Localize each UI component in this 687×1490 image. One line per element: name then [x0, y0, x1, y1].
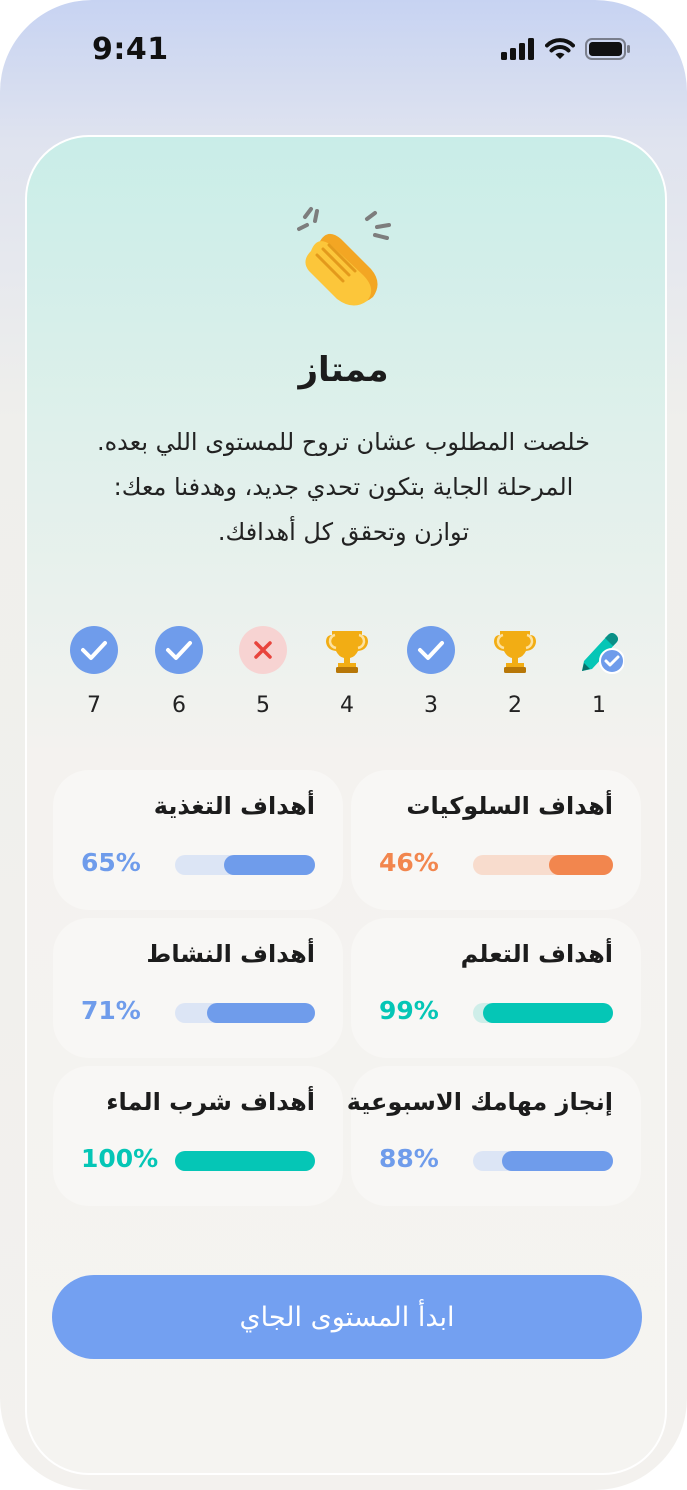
step-1: 1: [569, 625, 629, 718]
goal-progress-bar: [175, 1003, 315, 1023]
battery-icon: [585, 38, 630, 60]
goal-progress-fill: [207, 1003, 315, 1023]
wifi-icon: [545, 38, 575, 59]
level-steps: 1 2 3 4 5 6 7: [0, 625, 687, 725]
goal-progress-bar: [473, 1151, 613, 1171]
step-2: 2: [485, 625, 545, 718]
description-line: خلصت المطلوب عشان تروح للمستوى اللي بعده…: [96, 428, 591, 456]
status-time: 9:41: [92, 32, 169, 67]
goal-percent: 100%: [81, 1144, 159, 1173]
goal-title: أهداف السلوكيات: [406, 792, 613, 820]
trophy-icon: [326, 631, 368, 673]
goal-progress-bar: [473, 855, 613, 875]
step-number: 3: [424, 693, 438, 718]
goal-title: أهداف التغذية: [153, 792, 315, 820]
hero-description: خلصت المطلوب عشان تروح للمستوى اللي بعده…: [60, 420, 627, 555]
step-7: 7: [64, 625, 124, 718]
step-number: 6: [172, 693, 186, 718]
close-circle-icon: [239, 626, 287, 674]
trophy-icon: [494, 631, 536, 673]
phone-screen: 9:41 ممتاز خلصت المطلوب عشان تروح للمستو…: [0, 0, 687, 1490]
goal-title: أهداف شرب الماء: [106, 1088, 315, 1116]
step-5: 5: [233, 625, 293, 718]
step-number: 5: [256, 693, 270, 718]
goal-progress-fill: [548, 855, 613, 875]
goal-progress-bar: [175, 1151, 315, 1171]
description-line: المرحلة الجاية بتكون تحدي جديد، وهدفنا م…: [113, 473, 574, 501]
signal-icon: [501, 38, 534, 60]
step-number: 4: [340, 693, 354, 718]
goal-card-weekly-tasks[interactable]: إنجاز مهامك الاسبوعية 88%: [347, 1066, 641, 1206]
goal-card-behaviors[interactable]: أهداف السلوكيات 46%: [351, 770, 641, 910]
goal-card-nutrition[interactable]: أهداف التغذية 65%: [53, 770, 343, 910]
start-next-level-button[interactable]: ابدأ المستوى الجاي: [52, 1275, 642, 1359]
goal-title: أهداف التعلم: [460, 940, 613, 968]
goal-percent: 99%: [379, 996, 439, 1025]
step-number: 1: [592, 693, 606, 718]
status-bar: 9:41: [0, 0, 687, 100]
goal-progress-fill: [224, 855, 315, 875]
step-number: 7: [87, 693, 101, 718]
goal-progress-bar: [175, 855, 315, 875]
goal-progress-fill: [175, 1151, 315, 1171]
step-4: 4: [317, 625, 377, 718]
goal-percent: 46%: [379, 848, 439, 877]
goal-title: إنجاز مهامك الاسبوعية: [346, 1088, 613, 1116]
status-icons: [501, 38, 631, 60]
step-6: 6: [149, 625, 209, 718]
goal-progress-fill: [502, 1151, 613, 1171]
goal-percent: 71%: [81, 996, 141, 1025]
goal-card-activity[interactable]: أهداف النشاط 71%: [53, 918, 343, 1058]
goal-progress-fill: [482, 1003, 613, 1023]
check-circle-icon: [70, 626, 118, 674]
goal-card-water[interactable]: أهداف شرب الماء 100%: [53, 1066, 343, 1206]
page-title: ممتاز: [298, 350, 389, 390]
description-line: توازن وتحقق كل أهدافك.: [217, 518, 470, 546]
goal-title: أهداف النشاط: [146, 940, 315, 968]
goal-percent: 65%: [81, 848, 141, 877]
pencil-check-icon: [582, 633, 625, 674]
goal-card-learning[interactable]: أهداف التعلم 99%: [351, 918, 641, 1058]
goal-percent: 88%: [379, 1144, 439, 1173]
goal-progress-bar: [473, 1003, 613, 1023]
clapping-hands-icon: [297, 207, 391, 306]
step-number: 2: [508, 693, 522, 718]
check-circle-icon: [155, 626, 203, 674]
step-3: 3: [401, 625, 461, 718]
check-circle-icon: [407, 626, 455, 674]
